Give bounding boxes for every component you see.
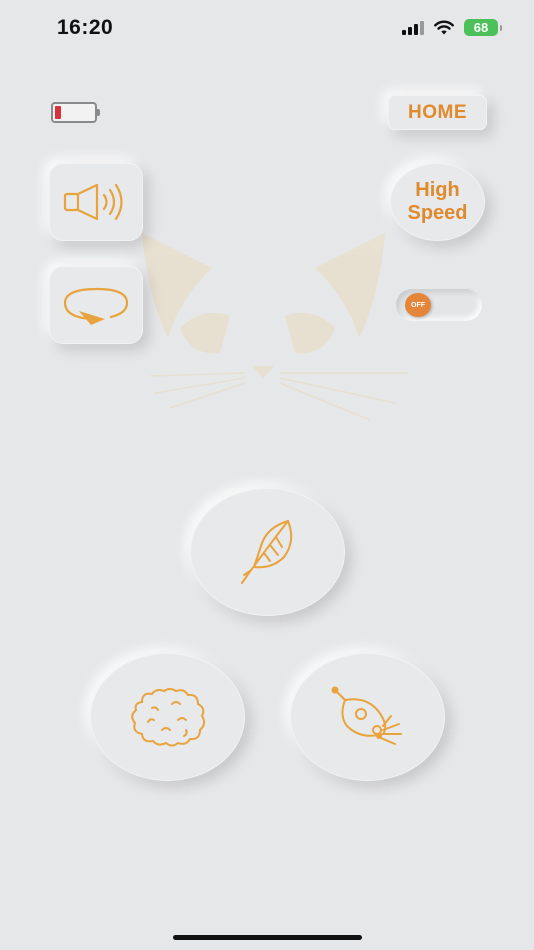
- mouse-mode-button[interactable]: [290, 653, 445, 781]
- toggle-knob: OFF: [405, 293, 431, 317]
- rotate-button[interactable]: [49, 266, 143, 344]
- app-screen: 16:20 68 HOME High Speed OFF: [0, 0, 534, 950]
- home-indicator[interactable]: [173, 935, 362, 940]
- home-button[interactable]: HOME: [388, 95, 487, 130]
- yarn-mode-button[interactable]: [90, 653, 245, 781]
- yarn-ball-icon: [130, 688, 205, 747]
- status-battery: 68: [464, 19, 502, 36]
- power-toggle[interactable]: OFF: [396, 289, 482, 321]
- speed-label-line2: Speed: [407, 202, 468, 224]
- signal-icon: [402, 20, 424, 35]
- status-icons: 68: [402, 19, 502, 36]
- battery-percent: 68: [473, 20, 489, 35]
- status-time: 16:20: [57, 16, 114, 39]
- feather-mode-button[interactable]: [190, 488, 345, 616]
- device-battery-indicator: [51, 102, 100, 123]
- cat-face-watermark-icon: [142, 233, 408, 421]
- mouse-icon: [331, 686, 402, 745]
- wifi-icon: [434, 20, 454, 34]
- speaker-icon: [63, 183, 123, 221]
- sound-button[interactable]: [49, 163, 143, 241]
- feather-icon: [240, 520, 292, 584]
- battery-low-fill: [55, 106, 61, 119]
- rotate-icon: [63, 287, 129, 325]
- high-speed-button[interactable]: High Speed: [390, 163, 485, 241]
- speed-label-line1: High: [415, 179, 460, 201]
